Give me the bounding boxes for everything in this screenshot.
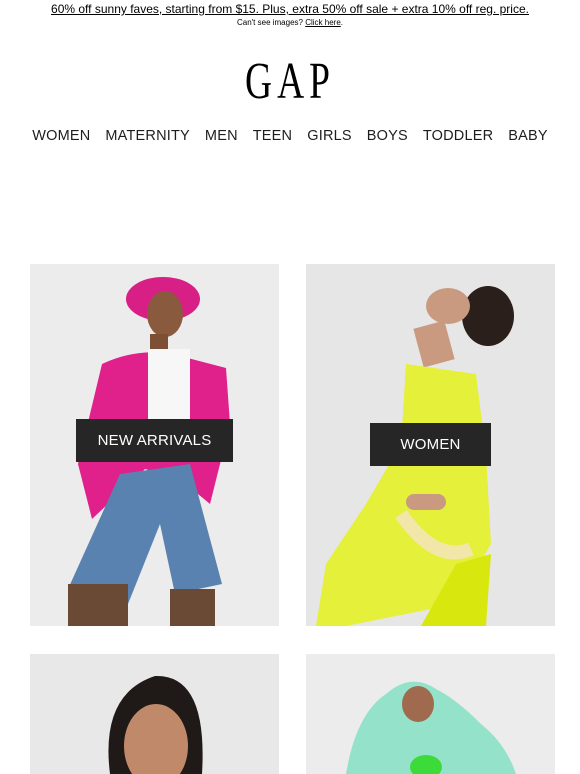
women-button[interactable]: WOMEN [370, 423, 491, 466]
nav-item-baby[interactable]: BABY [508, 128, 548, 144]
promo-banner: 60% off sunny faves, starting from $15. … [0, 0, 580, 28]
tile-new-arrivals[interactable]: NEW ARRIVALS [30, 264, 279, 626]
tile-category-4[interactable] [306, 654, 555, 774]
nav-item-women[interactable]: WOMEN [32, 128, 90, 144]
nav-item-toddler[interactable]: TODDLER [423, 128, 493, 144]
main-nav: WOMEN MATERNITY MEN TEEN GIRLS BOYS TODD… [0, 128, 580, 144]
gap-logo[interactable]: GAP [81, 52, 499, 112]
new-arrivals-button[interactable]: NEW ARRIVALS [76, 419, 233, 462]
nav-item-maternity[interactable]: MATERNITY [105, 128, 190, 144]
nav-item-boys[interactable]: BOYS [367, 128, 408, 144]
promo-link[interactable]: 60% off sunny faves, starting from $15. … [0, 2, 580, 16]
nav-item-girls[interactable]: GIRLS [307, 128, 352, 144]
tile-category-3[interactable] [30, 654, 279, 774]
tile-women[interactable]: WOMEN [306, 264, 555, 626]
category-4-photo [306, 654, 555, 774]
category-3-photo [30, 654, 279, 774]
cant-see-images-text: Can't see images? Click here. [236, 18, 344, 27]
click-here-link[interactable]: Click here [305, 18, 341, 27]
nav-item-men[interactable]: MEN [205, 128, 238, 144]
nav-item-teen[interactable]: TEEN [253, 128, 292, 144]
cant-see-label: Can't see images? [236, 18, 303, 27]
